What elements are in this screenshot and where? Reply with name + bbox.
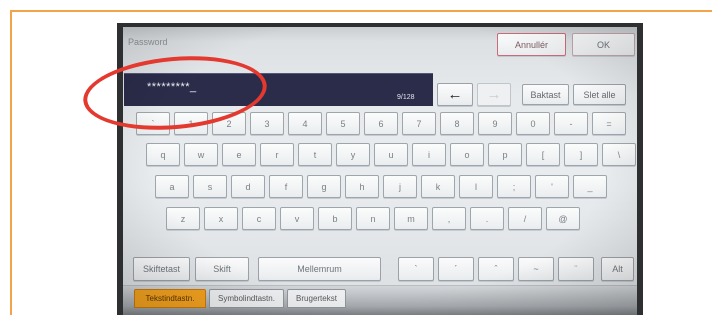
space-bar[interactable]: Mellemrum [258, 257, 381, 281]
key-o[interactable]: o [450, 143, 484, 166]
key-7[interactable]: 7 [402, 112, 436, 135]
key-5[interactable]: 5 [326, 112, 360, 135]
key-underscore[interactable]: _ [573, 175, 607, 198]
arrow-right-icon: → [486, 86, 502, 103]
cursor-left-button[interactable]: ← [437, 83, 473, 106]
alt-button[interactable]: Alt [601, 257, 634, 281]
ok-button[interactable]: OK [572, 33, 635, 56]
key-x[interactable]: x [204, 207, 238, 230]
backspace-button[interactable]: Baktast [522, 84, 569, 105]
key-right-bracket[interactable]: ] [564, 143, 598, 166]
arrow-left-icon: ← [447, 86, 463, 103]
key-i[interactable]: i [412, 143, 446, 166]
tab-text-input[interactable]: Tekstindtastn. [134, 289, 206, 308]
key-v[interactable]: v [280, 207, 314, 230]
key-l[interactable]: l [459, 175, 493, 198]
key-apostrophe[interactable]: ' [535, 175, 569, 198]
key-6[interactable]: 6 [364, 112, 398, 135]
frame-left-line [10, 10, 12, 315]
clear-all-button[interactable]: Slet alle [573, 84, 626, 105]
key-g[interactable]: g [307, 175, 341, 198]
key-at[interactable]: @ [546, 207, 580, 230]
key-s[interactable]: s [193, 175, 227, 198]
keyboard-row-4: z x c v b n m , . / @ [166, 207, 580, 230]
key-t[interactable]: t [298, 143, 332, 166]
accent-key-tilde[interactable]: ~ [518, 257, 554, 281]
key-a[interactable]: a [155, 175, 189, 198]
key-period[interactable]: . [470, 207, 504, 230]
key-left-bracket[interactable]: [ [526, 143, 560, 166]
key-0[interactable]: 0 [516, 112, 550, 135]
key-j[interactable]: j [383, 175, 417, 198]
key-minus[interactable]: - [554, 112, 588, 135]
cursor-right-button[interactable]: → [477, 83, 511, 106]
key-q[interactable]: q [146, 143, 180, 166]
shift-lock-button[interactable]: Skiftetast [133, 257, 190, 281]
tab-symbol-input[interactable]: Symbolindtastn. [209, 289, 284, 308]
key-r[interactable]: r [260, 143, 294, 166]
key-k[interactable]: k [421, 175, 455, 198]
cancel-button[interactable]: Annullér [497, 33, 566, 56]
key-comma[interactable]: , [432, 207, 466, 230]
key-slash[interactable]: / [508, 207, 542, 230]
key-backslash[interactable]: \ [602, 143, 636, 166]
character-counter: 9/128 [397, 94, 415, 101]
keyboard-row-2: q w e r t y u i o p [ ] \ [146, 143, 636, 166]
key-m[interactable]: m [394, 207, 428, 230]
accent-key-circumflex[interactable]: ˆ [478, 257, 514, 281]
keyboard-row-3: a s d f g h j k l ; ' _ [155, 175, 607, 198]
key-y[interactable]: y [336, 143, 370, 166]
frame-top-line [10, 10, 712, 12]
key-8[interactable]: 8 [440, 112, 474, 135]
password-label: Password [128, 37, 168, 47]
key-f[interactable]: f [269, 175, 303, 198]
key-9[interactable]: 9 [478, 112, 512, 135]
key-b[interactable]: b [318, 207, 352, 230]
accent-key-acute[interactable]: ´ [438, 257, 474, 281]
key-semicolon[interactable]: ; [497, 175, 531, 198]
key-c[interactable]: c [242, 207, 276, 230]
key-4[interactable]: 4 [288, 112, 322, 135]
key-p[interactable]: p [488, 143, 522, 166]
accent-key-grave[interactable]: ` [398, 257, 434, 281]
key-d[interactable]: d [231, 175, 265, 198]
tab-user-text[interactable]: Brugertekst [287, 289, 346, 308]
shift-button[interactable]: Skift [195, 257, 249, 281]
key-h[interactable]: h [345, 175, 379, 198]
accent-key-diaeresis[interactable]: ¨ [558, 257, 594, 281]
key-e[interactable]: e [222, 143, 256, 166]
key-z[interactable]: z [166, 207, 200, 230]
key-3[interactable]: 3 [250, 112, 284, 135]
key-u[interactable]: u [374, 143, 408, 166]
key-n[interactable]: n [356, 207, 390, 230]
key-w[interactable]: w [184, 143, 218, 166]
key-equals[interactable]: = [592, 112, 626, 135]
